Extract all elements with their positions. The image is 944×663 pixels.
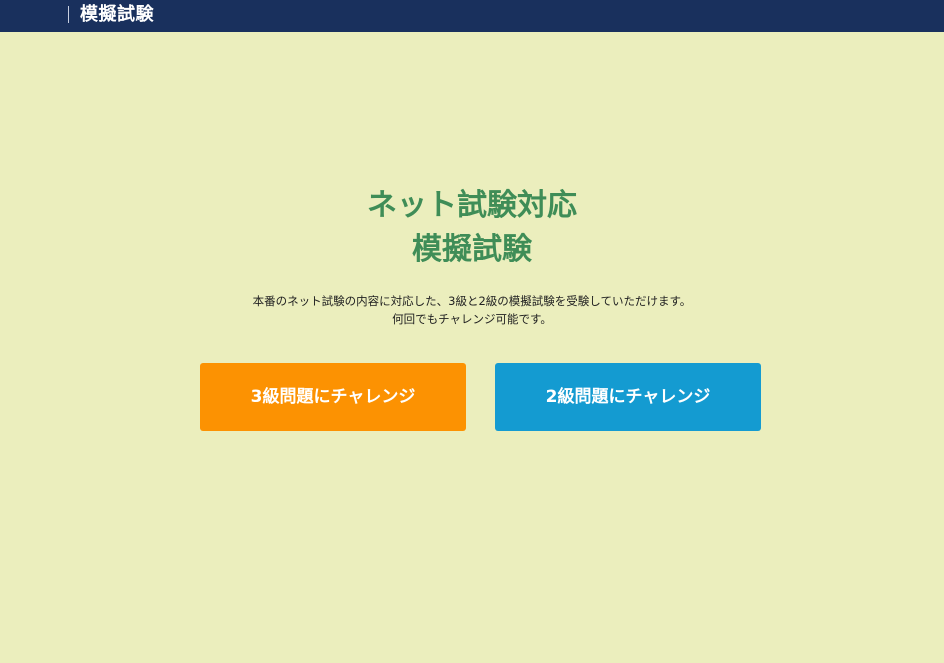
description-line1: 本番のネット試験の内容に対応した、3級と2級の模擬試験を受験していただけます。 — [252, 294, 692, 308]
grade3-challenge-button[interactable]: 3級問題にチャレンジ — [200, 363, 466, 431]
hero-title-line2: 模擬試験 — [412, 232, 532, 267]
top-header: 模擬試験 — [0, 0, 944, 32]
header-title: 模擬試験 — [80, 4, 154, 25]
grade2-challenge-button[interactable]: 2級問題にチャレンジ — [495, 363, 761, 431]
hero-title-line1: ネット試験対応 — [367, 188, 577, 223]
description-line2: 何回でもチャレンジ可能です。 — [392, 312, 552, 326]
header-divider — [68, 6, 69, 23]
